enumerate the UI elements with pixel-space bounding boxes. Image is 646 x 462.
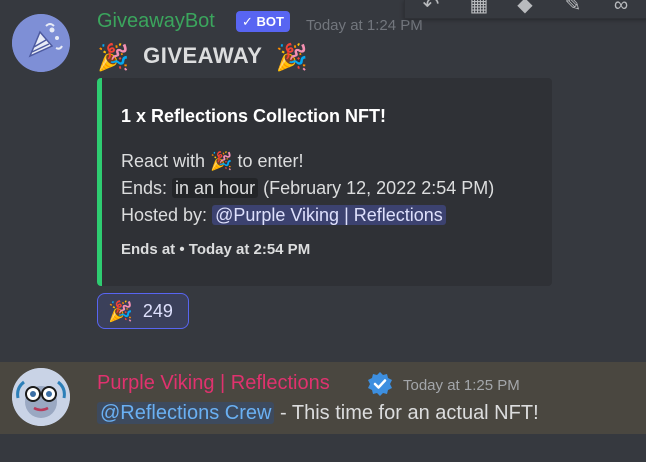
pin-icon[interactable]: ✎ [561, 0, 585, 16]
hosted-label: Hosted by: [121, 205, 208, 225]
bot-badge: ✓ BOT [236, 11, 290, 32]
party-popper-icon: 🎉 [97, 42, 130, 72]
headline-text: GIVEAWAY [143, 43, 263, 68]
embed-description: React with 🎉 to enter! Ends: in an hour … [121, 148, 494, 229]
ends-absolute-time: (February 12, 2022 2:54 PM) [263, 178, 495, 198]
reaction-count: 249 [142, 300, 173, 321]
verified-badge-icon [368, 372, 392, 396]
link-icon[interactable]: ∞ [609, 0, 633, 16]
author-username[interactable]: GiveawayBot [97, 10, 215, 33]
party-popper-icon: 🎉 [108, 300, 133, 323]
purple-viking-avatar[interactable] [12, 368, 70, 426]
message-timestamp[interactable]: Today at 1:25 PM [403, 377, 520, 394]
message-action-toolbar: ↶ ▦ ◆ ✎ ∞ [404, 0, 646, 19]
party-popper-avatar-icon [12, 14, 70, 72]
host-mention[interactable]: @Purple Viking | Reflections [212, 205, 446, 225]
react-prefix: React with [121, 151, 206, 171]
giveawaybot-avatar[interactable] [12, 14, 70, 72]
giveaway-embed: 1 x Reflections Collection NFT! React wi… [97, 78, 552, 286]
party-popper-icon: 🎉 [210, 151, 233, 171]
embed-title: 1 x Reflections Collection NFT! [121, 106, 387, 126]
author-username[interactable]: Purple Viking | Reflections [97, 372, 330, 395]
message-timestamp[interactable]: Today at 1:24 PM [306, 17, 423, 34]
tag-icon[interactable]: ◆ [513, 0, 537, 16]
giveaway-headline: 🎉 GIVEAWAY 🎉 [97, 42, 309, 73]
ends-label: Ends: [121, 178, 168, 198]
party-popper-icon: 🎉 [275, 42, 309, 72]
role-mention[interactable]: @Reflections Crew [97, 402, 275, 424]
ends-line: Ends: in an hour (February 12, 2022 2:54… [121, 175, 494, 202]
viking-avatar-icon [12, 368, 70, 426]
react-suffix: to enter! [237, 151, 304, 171]
thread-icon[interactable]: ▦ [467, 0, 491, 16]
react-line: React with 🎉 to enter! [121, 148, 494, 175]
ends-relative-time[interactable]: in an hour [172, 178, 259, 198]
reaction-button[interactable]: 🎉 249 [97, 293, 189, 329]
reply-icon[interactable]: ↶ [419, 0, 443, 16]
message-giveawaybot: GiveawayBot ✓ BOT Today at 1:24 PM ↶ ▦ ◆… [0, 0, 646, 340]
message-content: @Reflections Crew - This time for an act… [97, 402, 539, 425]
message-text: - This time for an actual NFT! [274, 402, 539, 424]
hosted-line: Hosted by: @Purple Viking | Reflections [121, 202, 494, 229]
embed-footer: Ends at • Today at 2:54 PM [121, 241, 311, 258]
